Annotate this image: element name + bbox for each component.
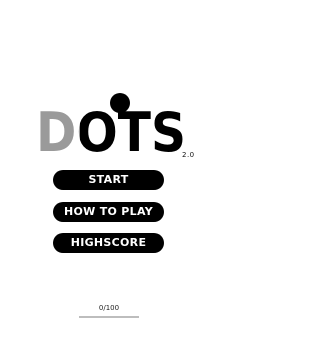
- how-to-play-button[interactable]: HOW TO PLAY: [53, 202, 164, 222]
- dots-logo: DOTS DOTS: [36, 93, 186, 164]
- logo-text: DOTS DOTS: [36, 101, 186, 164]
- progress-bar: [79, 316, 139, 318]
- logo-dot: [110, 93, 130, 113]
- version-label: 2.0: [182, 151, 195, 159]
- progress-text: 0/100: [98, 304, 120, 312]
- highscore-button[interactable]: HIGHSCORE: [53, 233, 164, 253]
- start-button[interactable]: START: [53, 170, 164, 190]
